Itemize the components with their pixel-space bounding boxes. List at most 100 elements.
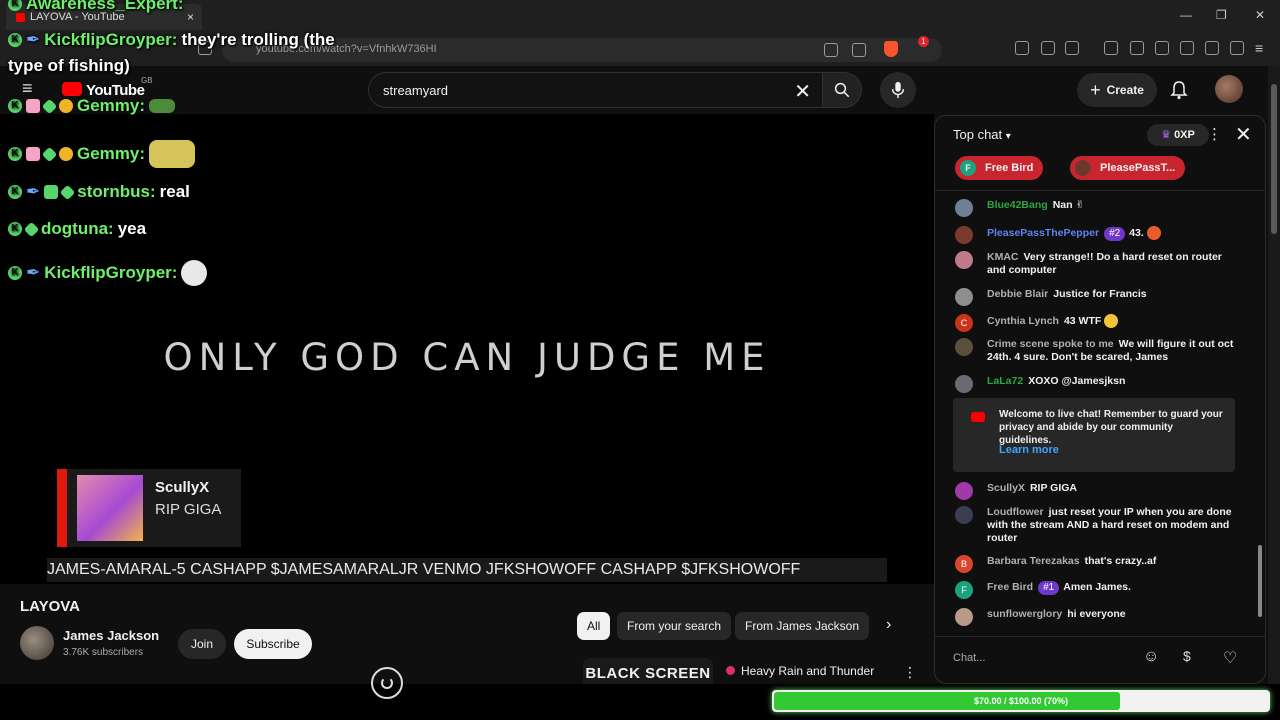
chat-author[interactable]: KMAC — [987, 251, 1019, 263]
pinned-supporter[interactable]: F Free Bird — [955, 156, 1044, 180]
chat-author[interactable]: Barbara Terezakas — [987, 555, 1080, 567]
chat-author[interactable]: Cynthia Lynch — [987, 315, 1059, 327]
close-chat-icon[interactable]: ✕ — [1235, 122, 1252, 147]
plus-icon: + — [1090, 79, 1101, 100]
overlay-chat-text: they're trolling (the — [181, 30, 335, 49]
chip-from-your-search[interactable]: From your search — [617, 612, 732, 640]
emoji-picker-icon[interactable]: ☺ — [1143, 648, 1159, 666]
cast-icon[interactable] — [824, 43, 838, 57]
subscribe-button[interactable]: Subscribe — [234, 629, 312, 659]
browser-menu-icon[interactable]: ≡ — [1255, 40, 1263, 56]
sidebar-icon[interactable] — [1155, 41, 1169, 55]
youtube-logo-icon[interactable] — [62, 82, 82, 96]
chat-text: 43. — [1129, 226, 1144, 239]
chat-message: Debbie Blair Justice for Francis — [955, 288, 1235, 306]
brave-shields-icon[interactable] — [884, 41, 898, 57]
search-button[interactable] — [822, 72, 862, 108]
extension-icon[interactable] — [1015, 41, 1029, 55]
page-scrollbar[interactable] — [1268, 66, 1280, 686]
clear-search-icon[interactable]: ✕ — [794, 79, 811, 104]
live-chat-panel: Top chat ▾ ♛ 0XP ⋮ ✕ F Free Bird PleaseP… — [934, 115, 1266, 684]
chat-avatar — [955, 288, 973, 306]
recommended-thumbnail[interactable]: BLACK SCREEN — [583, 658, 713, 684]
heart-icon[interactable]: ♡ — [1223, 648, 1237, 668]
brave-rewards-badge[interactable]: 1 — [918, 36, 929, 47]
wallet-icon[interactable] — [1180, 41, 1194, 55]
chat-avatar — [955, 482, 973, 500]
divider — [935, 190, 1265, 191]
chat-message: PleasePassThePepper #2 43. — [955, 226, 1235, 244]
xp-badge[interactable]: ♛ 0XP — [1147, 124, 1209, 146]
overlay-chat-author: dogtuna: — [41, 219, 114, 238]
pinned-supporter[interactable]: PleasePassT... — [1070, 156, 1186, 180]
super-chat-icon[interactable]: $ — [1183, 648, 1191, 664]
search-box[interactable]: streamyard ✕ — [368, 72, 824, 108]
notifications-bell-icon[interactable] — [1170, 80, 1188, 100]
featured-chat-card: ScullyX RIP GIGA — [57, 469, 241, 547]
chat-text: Nan — [1052, 199, 1073, 211]
screenshot-icon[interactable] — [1065, 41, 1079, 55]
chat-scrollbar[interactable] — [1257, 192, 1263, 624]
download-icon[interactable] — [1104, 41, 1118, 55]
chat-message: LaLa72 XOXO @Jamesjksn — [955, 375, 1235, 393]
chat-author[interactable]: Loudflower — [987, 506, 1044, 518]
gift-badge-icon — [44, 185, 59, 199]
chat-text: Justice for Francis — [1053, 288, 1147, 300]
chat-author[interactable]: Crime scene spoke to me — [987, 338, 1114, 350]
kick-badge-icon: K — [8, 99, 22, 113]
share-icon[interactable] — [852, 43, 866, 57]
chip-from-channel[interactable]: From James Jackson — [735, 612, 870, 640]
gift-badge-icon — [26, 147, 40, 161]
chat-author[interactable]: sunflowerglory — [987, 608, 1062, 620]
chat-author[interactable]: Debbie Blair — [987, 288, 1048, 300]
minimize-button[interactable]: — — [1180, 8, 1192, 22]
chat-input[interactable]: Chat... — [953, 647, 1173, 669]
chat-avatar — [955, 199, 973, 217]
learn-more-link[interactable]: Learn more — [999, 444, 1059, 457]
close-window-button[interactable]: ✕ — [1255, 8, 1265, 22]
create-button[interactable]: + Create — [1077, 73, 1157, 107]
chip-all[interactable]: All — [577, 612, 611, 640]
tab-close-icon[interactable]: × — [187, 10, 194, 24]
account-avatar[interactable] — [1215, 75, 1243, 103]
channel-name[interactable]: James Jackson — [63, 628, 159, 643]
chat-author[interactable]: PleasePassThePepper — [987, 227, 1099, 239]
chat-author[interactable]: ScullyX — [987, 482, 1025, 494]
chat-author[interactable]: Blue42Bang — [987, 199, 1048, 211]
chat-author[interactable]: LaLa72 — [987, 375, 1023, 387]
chat-mode-dropdown[interactable]: Top chat ▾ — [953, 127, 1011, 142]
more-options-icon[interactable]: ⋮ — [903, 664, 917, 681]
chat-author[interactable]: Free Bird — [987, 581, 1033, 593]
recommended-title[interactable]: Heavy Rain and Thunder — [726, 664, 874, 678]
maximize-button[interactable]: ❐ — [1216, 8, 1227, 22]
stream-goal-bar: $70.00 / $100.00 (70%) — [0, 684, 1280, 720]
channel-avatar[interactable] — [20, 626, 54, 660]
chat-input-row: Chat... ☺ $ ♡ — [935, 636, 1265, 683]
page-scroll-thumb[interactable] — [1271, 84, 1277, 234]
overlay-chat-line: type of fishing) — [8, 56, 130, 76]
puzzle-icon[interactable] — [1041, 41, 1055, 55]
chat-avatar: B — [955, 555, 973, 573]
chat-text: that's crazy..af — [1084, 555, 1157, 567]
chat-text: XOXO @Jamesjksn — [1028, 375, 1126, 387]
search-input[interactable]: streamyard — [383, 83, 448, 98]
chat-message: C Cynthia Lynch 43 WTF — [955, 314, 1235, 332]
sword-badge-icon: ✒ — [26, 30, 41, 49]
join-button[interactable]: Join — [178, 629, 226, 659]
chevron-right-icon[interactable]: › — [886, 616, 891, 634]
xp-value: 0XP — [1174, 129, 1195, 141]
chat-avatar — [955, 506, 973, 524]
chat-message: KMAC Very strange!! Do a hard reset on ro… — [955, 251, 1235, 277]
gold-badge-icon — [59, 99, 73, 113]
media-icon[interactable] — [1130, 41, 1144, 55]
vpn-icon[interactable] — [1230, 41, 1244, 55]
chat-menu-icon[interactable]: ⋮ — [1207, 125, 1222, 143]
chat-message: Crime scene spoke to me We will figure it… — [955, 338, 1235, 364]
featured-chat-avatar — [77, 475, 143, 541]
voice-search-button[interactable] — [880, 72, 916, 108]
leo-ai-icon[interactable] — [1205, 41, 1219, 55]
subscriber-count: 3.76K subscribers — [63, 647, 144, 658]
chat-scroll-thumb[interactable] — [1258, 545, 1262, 617]
overlay-chat-line: K Gemmy: — [8, 96, 176, 116]
chat-message: B Barbara Terezakas that's crazy..af — [955, 555, 1235, 573]
